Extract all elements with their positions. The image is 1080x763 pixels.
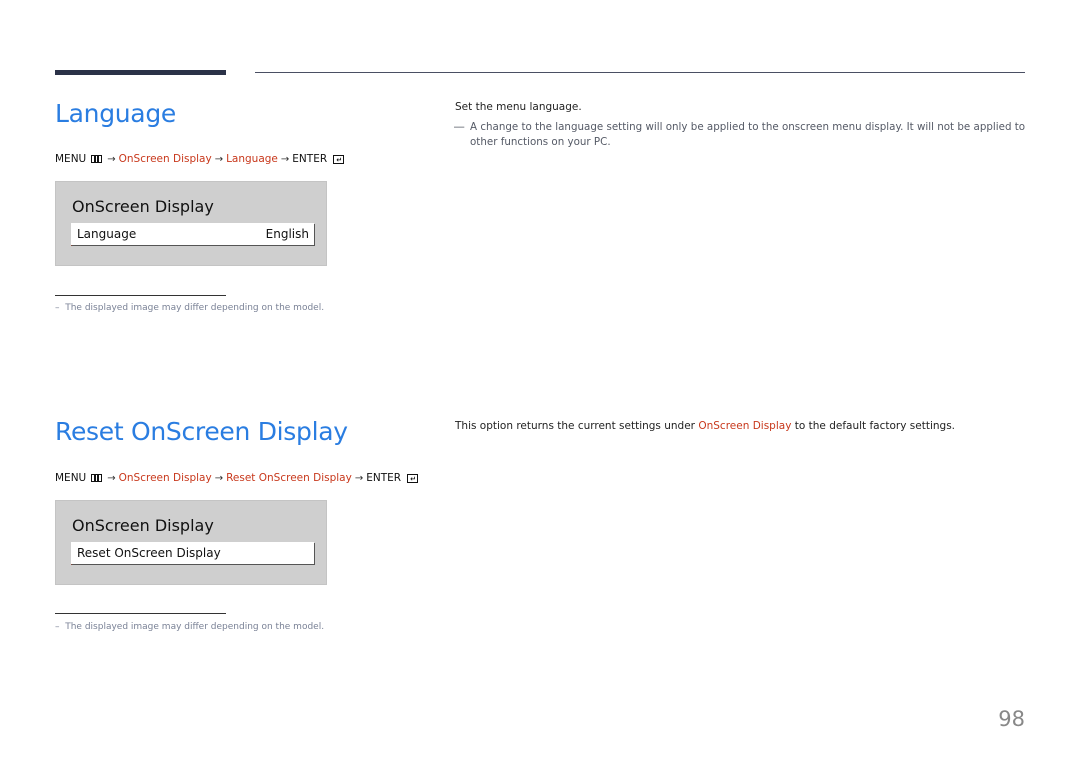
header-bar-thick [55, 70, 226, 75]
footnote-language: – The displayed image may differ dependi… [55, 303, 324, 313]
arrow-icon: → [107, 472, 116, 484]
description-highlight: OnScreen Display [698, 420, 792, 432]
description-language: Set the menu language. [455, 101, 582, 113]
section-title-language: Language [55, 99, 176, 128]
arrow-icon: → [214, 472, 224, 484]
section-title-reset-onscreen-display: Reset OnScreen Display [55, 417, 348, 446]
menu-icon [91, 474, 103, 482]
footnote-text: The displayed image may differ depending… [65, 622, 325, 632]
footnote-dash: – [55, 303, 60, 313]
description-post: to the default factory settings. [791, 420, 955, 432]
arrow-icon: → [107, 153, 116, 165]
arrow-icon: → [214, 153, 224, 165]
header-rule [255, 72, 1025, 73]
osd-title: OnScreen Display [72, 197, 214, 216]
footnote-dash: – [55, 622, 60, 632]
arrow-icon: → [280, 153, 290, 165]
footnote-reset: – The displayed image may differ dependi… [55, 622, 324, 632]
note-line-2: other functions on your PC. [470, 135, 611, 148]
note-line-1: A change to the language setting will on… [470, 121, 1026, 133]
menu-path-reset: MENU → OnScreen Display → Reset OnScreen… [55, 472, 419, 484]
osd-item-label: Language [77, 227, 137, 241]
menu-label: MENU [55, 472, 87, 484]
description-pre: This option returns the current settings… [455, 420, 699, 432]
arrow-icon: → [354, 472, 364, 484]
footnote-text: The displayed image may differ depending… [65, 303, 325, 313]
note-language: ― A change to the language setting will … [454, 120, 1030, 149]
menu-path-language: MENU → OnScreen Display → Language → ENT… [55, 153, 345, 165]
enter-icon: ↵ [407, 473, 419, 483]
path-step-reset-onscreen-display: Reset OnScreen Display [226, 472, 352, 484]
path-step-onscreen-display: OnScreen Display [118, 153, 212, 165]
menu-icon [91, 155, 103, 163]
path-step-language: Language [226, 153, 278, 165]
note-mark-icon: ― [454, 121, 465, 133]
menu-label: MENU [55, 153, 87, 165]
page-number: 98 [998, 707, 1025, 731]
footnote-divider [55, 613, 226, 614]
osd-menu-item-reset[interactable]: Reset OnScreen Display [71, 542, 314, 564]
enter-icon: ↵ [333, 154, 345, 164]
enter-label: ENTER [292, 153, 328, 165]
osd-preview-reset: OnScreen Display Reset OnScreen Display [55, 500, 327, 585]
osd-preview-language: OnScreen Display Language English [55, 181, 327, 266]
footnote-divider [55, 295, 226, 296]
path-step-onscreen-display: OnScreen Display [118, 472, 212, 484]
enter-label: ENTER [366, 472, 402, 484]
osd-item-value: English [265, 227, 309, 241]
osd-item-label: Reset OnScreen Display [77, 546, 221, 560]
osd-menu-item-language[interactable]: Language English [71, 223, 314, 245]
osd-title: OnScreen Display [72, 516, 214, 535]
description-reset: This option returns the current settings… [455, 420, 955, 432]
